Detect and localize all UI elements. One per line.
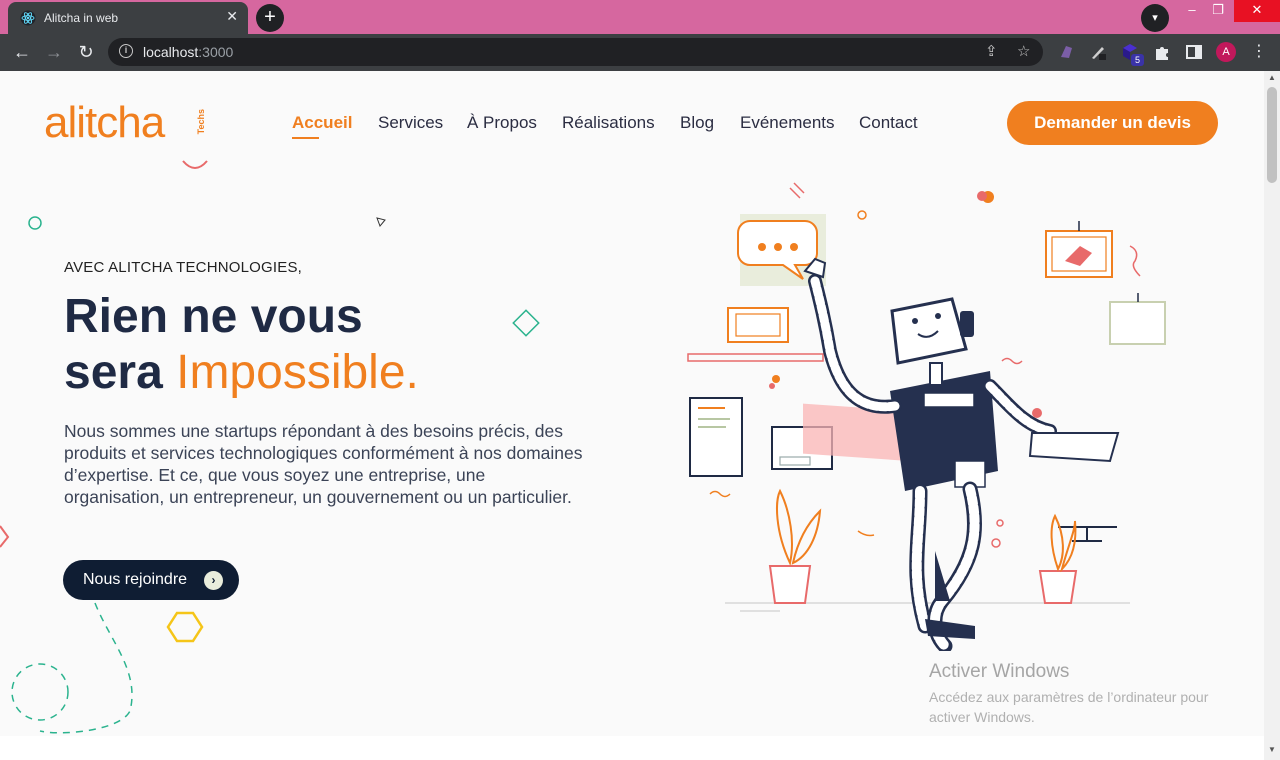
address-bar[interactable]: i localhost:3000 ⇪ ☆	[108, 38, 1043, 66]
nav-realisations[interactable]: Réalisations	[562, 113, 655, 133]
arrow-right-icon: ›	[204, 571, 223, 590]
scroll-down-icon[interactable]: ▼	[1268, 745, 1276, 754]
scroll-up-icon[interactable]: ▲	[1268, 73, 1276, 82]
tab-close-icon[interactable]: ✕	[226, 8, 238, 25]
extensions-puzzle-icon[interactable]	[1153, 43, 1171, 61]
page-bottom-strip	[0, 736, 1264, 760]
back-icon[interactable]: ←	[11, 41, 33, 63]
browser-menu-icon[interactable]: ⋮	[1248, 41, 1270, 63]
page-scrollbar[interactable]: ▲ ▼	[1264, 71, 1280, 760]
nav-contact[interactable]: Contact	[859, 113, 918, 133]
nav-a-propos[interactable]: À Propos	[467, 113, 537, 133]
extension-badge: 5	[1131, 54, 1144, 66]
hero-headline: Rien ne vous sera Impossible.	[64, 289, 419, 401]
scrollbar-thumb[interactable]	[1267, 87, 1277, 183]
share-icon[interactable]: ⇪	[985, 42, 998, 60]
hero-eyebrow: AVEC ALITCHA TECHNOLOGIES,	[64, 259, 303, 276]
headline-line-2: sera Impossible.	[64, 346, 419, 399]
minimize-icon[interactable]: –	[1178, 0, 1206, 22]
logo-subtitle: Techs	[196, 109, 206, 135]
site-logo[interactable]: alitcha Techs	[44, 98, 206, 147]
robot-illustration	[687, 182, 1166, 651]
react-favicon-icon	[20, 10, 36, 26]
profile-avatar[interactable]: A	[1216, 42, 1236, 62]
window-close-icon[interactable]: ✕	[1234, 0, 1280, 22]
windows-activation-title: Activer Windows	[929, 661, 1070, 682]
tab-search-icon[interactable]: ▾	[1141, 4, 1169, 32]
browser-tab[interactable]: Alitcha in web ✕	[8, 2, 248, 34]
headline-line-1: Rien ne vous	[64, 290, 363, 343]
nav-services[interactable]: Services	[378, 113, 443, 133]
headline-accent: Impossible.	[176, 346, 419, 399]
tab-title: Alitcha in web	[44, 11, 119, 25]
reload-icon[interactable]: ↻	[75, 41, 97, 63]
request-quote-button[interactable]: Demander un devis	[1007, 101, 1218, 145]
side-panel-icon[interactable]	[1185, 43, 1203, 61]
browser-toolbar: ← → ↻ i localhost:3000 ⇪ ☆ 5 A ⋮	[0, 34, 1280, 71]
page-viewport: alitcha Techs Accueil Services À Propos …	[0, 71, 1264, 736]
nav-accueil[interactable]: Accueil	[292, 113, 352, 139]
url-text[interactable]: localhost:3000	[143, 44, 233, 60]
extension-purple-icon[interactable]	[1057, 43, 1075, 61]
windows-activation-subtitle: Accédez aux paramètres de l’ordinateur p…	[929, 689, 1209, 725]
new-tab-button[interactable]: +	[256, 4, 284, 32]
site-info-icon[interactable]: i	[119, 44, 133, 58]
restore-icon[interactable]: ❐	[1204, 0, 1232, 22]
join-us-label: Nous rejoindre	[83, 571, 188, 588]
logo-wordmark: alitcha	[44, 98, 165, 147]
browser-tab-strip: Alitcha in web ✕ + ▾ – ❐ ✕	[0, 0, 1280, 34]
join-us-button[interactable]: Nous rejoindre ›	[63, 560, 239, 600]
forward-icon[interactable]: →	[43, 41, 65, 63]
nav-blog[interactable]: Blog	[680, 113, 714, 133]
nav-evenements[interactable]: Evénements	[740, 113, 835, 133]
bookmark-star-icon[interactable]: ☆	[1017, 42, 1030, 60]
extension-pen-icon[interactable]	[1089, 43, 1107, 61]
hero-description: Nous sommes une startups répondant à des…	[64, 421, 583, 507]
